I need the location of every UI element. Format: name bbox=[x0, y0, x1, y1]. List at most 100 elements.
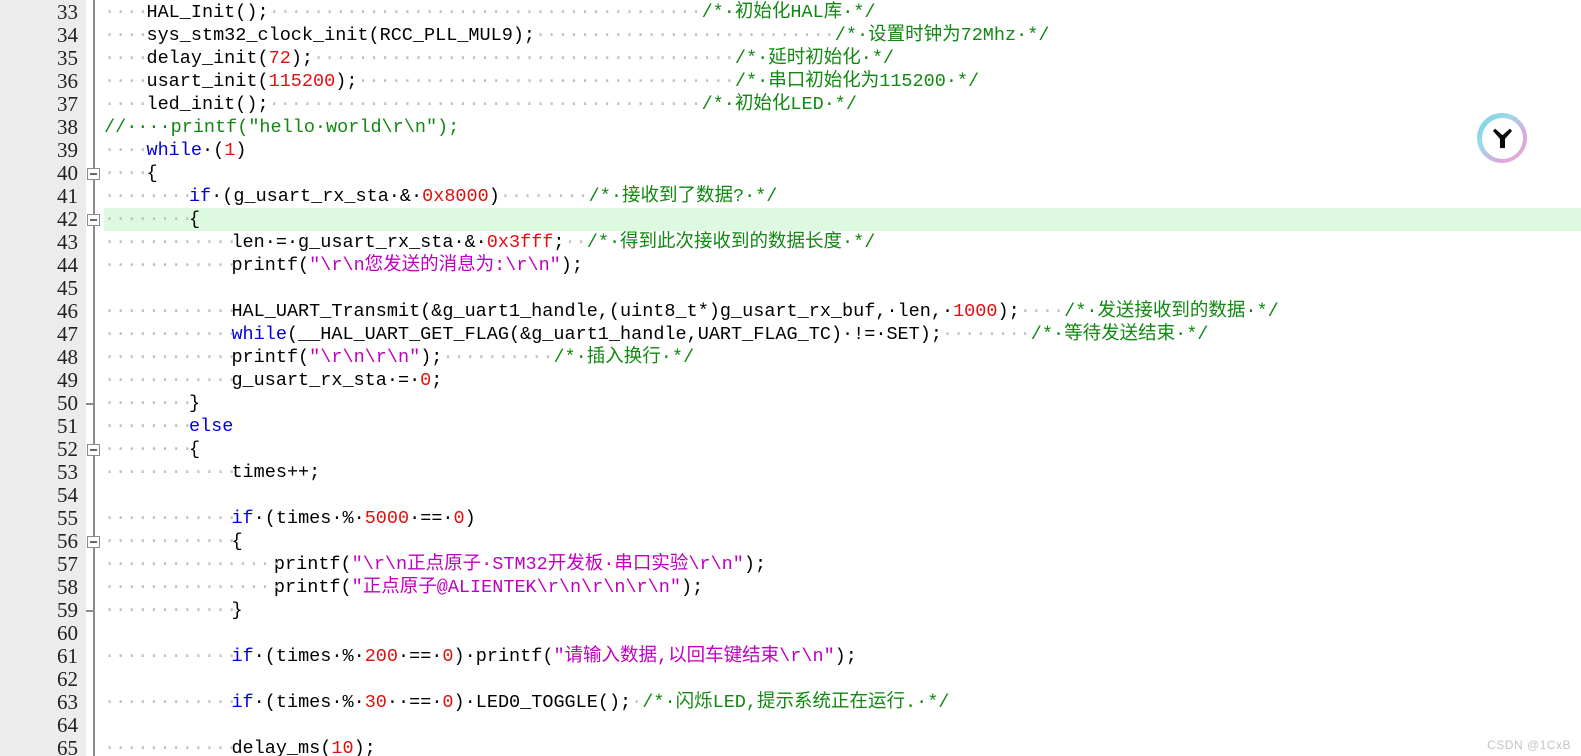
code-editor[interactable]: 33 ···· HAL_Init();·······················… bbox=[0, 0, 1581, 756]
code-text[interactable]: ···· while·(1) bbox=[104, 139, 247, 162]
line-highlight bbox=[104, 277, 1581, 300]
token-plain: ) bbox=[235, 140, 247, 161]
code-line[interactable]: 38 //····printf("hello·world\r\n"); bbox=[0, 116, 1581, 139]
token-cmt: /*·等待发送结束·*/ bbox=[1030, 324, 1209, 345]
line-number: 65 bbox=[57, 736, 78, 756]
token-ws: ······································· bbox=[268, 2, 702, 23]
code-text[interactable]: ············ printf("\r\n\r\n");·········… bbox=[104, 346, 695, 369]
token-kw: while bbox=[231, 324, 287, 345]
line-number: 50 bbox=[57, 391, 78, 415]
code-line[interactable]: 65 ············ delay_ms(10); bbox=[0, 737, 1581, 756]
fold-collapse-icon[interactable] bbox=[87, 536, 100, 548]
code-text[interactable]: ············ while(__HAL_UART_GET_FLAG(&g… bbox=[104, 323, 1209, 346]
code-text[interactable]: ········ if·(g_usart_rx_sta·&·0x8000)····… bbox=[104, 185, 777, 208]
indent-whitespace-dots: ···· bbox=[104, 94, 149, 115]
token-plain: ); bbox=[997, 301, 1020, 322]
code-line[interactable]: 50 ········} bbox=[0, 392, 1581, 415]
code-line[interactable]: 39 ···· while·(1) bbox=[0, 139, 1581, 162]
token-plain: ); bbox=[335, 71, 358, 92]
code-text[interactable]: ···· delay_init(72);·····················… bbox=[104, 47, 894, 70]
code-line[interactable]: 59 ············} bbox=[0, 599, 1581, 622]
code-line[interactable]: 37 ···· led_init();·······················… bbox=[0, 93, 1581, 116]
code-text[interactable]: ···· usart_init(115200);·················… bbox=[104, 70, 979, 93]
code-line[interactable]: 43 ············ len·=·g_usart_rx_sta·&·0x3… bbox=[0, 231, 1581, 254]
code-line[interactable]: 53 ············ times++; bbox=[0, 461, 1581, 484]
code-line[interactable]: 35 ···· delay_init(72);···················… bbox=[0, 47, 1581, 70]
code-line[interactable]: 46 ············ HAL_UART_Transmit(&g_uart1… bbox=[0, 300, 1581, 323]
code-text[interactable]: //····printf("hello·world\r\n"); bbox=[104, 116, 459, 139]
code-line[interactable]: 36 ···· usart_init(115200);···············… bbox=[0, 70, 1581, 93]
code-line[interactable]: 47 ············ while(__HAL_UART_GET_FLAG(… bbox=[0, 323, 1581, 346]
line-highlight bbox=[104, 392, 1581, 415]
code-text[interactable]: ····{ bbox=[104, 162, 158, 185]
code-line[interactable]: 34 ···· sys_stm32_clock_init(RCC_PLL_MUL9)… bbox=[0, 24, 1581, 47]
code-line[interactable]: 51 ········ else bbox=[0, 415, 1581, 438]
fold-collapse-icon[interactable] bbox=[87, 444, 100, 456]
code-text[interactable]: ············ if·(times·%·200·==·0)·printf… bbox=[104, 645, 857, 668]
code-text[interactable]: ···· HAL_Init();·························… bbox=[104, 1, 876, 24]
token-cmt: /*·插入换行·*/ bbox=[553, 347, 695, 368]
code-text[interactable]: ············ HAL_UART_Transmit(&g_uart1_h… bbox=[104, 300, 1279, 323]
code-line[interactable]: 52 ········{ bbox=[0, 438, 1581, 461]
token-num: 0 bbox=[442, 692, 454, 713]
code-text[interactable]: ············ if·(times·%·5000·==·0) bbox=[104, 507, 476, 530]
code-line[interactable]: 63 ············ if·(times·%·30··==·0)·LED0… bbox=[0, 691, 1581, 714]
line-number: 57 bbox=[57, 552, 78, 576]
code-line[interactable]: 42 ········{ bbox=[0, 208, 1581, 231]
token-ws: ······································· bbox=[268, 94, 702, 115]
code-line[interactable]: 45 bbox=[0, 277, 1581, 300]
fold-collapse-icon[interactable] bbox=[87, 168, 100, 180]
token-num: 1 bbox=[224, 140, 236, 161]
code-text[interactable]: ········{ bbox=[104, 438, 200, 461]
indent-whitespace-dots: ············ bbox=[104, 301, 238, 322]
line-number: 47 bbox=[57, 322, 78, 346]
code-text[interactable]: ········{ bbox=[104, 208, 200, 231]
code-text[interactable]: ···· sys_stm32_clock_init(RCC_PLL_MUL9);·… bbox=[104, 24, 1049, 47]
token-ws: ·········· bbox=[442, 347, 554, 368]
trae-ai-circle-logo[interactable] bbox=[1477, 113, 1527, 163]
code-text[interactable]: ············} bbox=[104, 599, 243, 622]
line-number: 62 bbox=[57, 667, 78, 691]
token-ws: ·································· bbox=[357, 71, 735, 92]
line-number: 51 bbox=[57, 414, 78, 438]
code-line[interactable]: 58 ················ printf("正点原子@ALIENTEK\… bbox=[0, 576, 1581, 599]
indent-whitespace-dots: ········ bbox=[104, 416, 193, 437]
code-text[interactable]: ············ g_usart_rx_sta·=·0; bbox=[104, 369, 443, 392]
token-plain: printf( bbox=[273, 577, 352, 598]
code-line[interactable]: 61 ············ if·(times·%·200·==·0)·prin… bbox=[0, 645, 1581, 668]
token-plain: g_usart_rx_sta·=· bbox=[231, 370, 421, 391]
fold-end-marker bbox=[86, 403, 95, 405]
code-line[interactable]: 60 bbox=[0, 622, 1581, 645]
code-line[interactable]: 55 ············ if·(times·%·5000·==·0) bbox=[0, 507, 1581, 530]
indent-whitespace-dots: ············ bbox=[104, 324, 238, 345]
code-text[interactable]: ············ printf("\r\n您发送的消息为:\r\n"); bbox=[104, 254, 583, 277]
code-text[interactable]: ············ len·=·g_usart_rx_sta·&·0x3ff… bbox=[104, 231, 875, 254]
code-line[interactable]: 48 ············ printf("\r\n\r\n");·······… bbox=[0, 346, 1581, 369]
code-line[interactable]: 41 ········ if·(g_usart_rx_sta·&·0x8000)··… bbox=[0, 185, 1581, 208]
code-text[interactable]: ················ printf("正点原子@ALIENTEK\r\… bbox=[104, 576, 703, 599]
code-line[interactable]: 33 ···· HAL_Init();·······················… bbox=[0, 1, 1581, 24]
code-text[interactable]: ········ else bbox=[104, 415, 233, 438]
code-line[interactable]: 40 ····{ bbox=[0, 162, 1581, 185]
line-number: 63 bbox=[57, 690, 78, 714]
code-line[interactable]: 62 bbox=[0, 668, 1581, 691]
code-line[interactable]: 57 ················ printf("\r\n正点原子·STM32… bbox=[0, 553, 1581, 576]
fold-collapse-icon[interactable] bbox=[87, 214, 100, 226]
token-plain: usart_init( bbox=[146, 71, 269, 92]
code-line[interactable]: 56 ············{ bbox=[0, 530, 1581, 553]
code-text[interactable]: ············ delay_ms(10); bbox=[104, 737, 376, 756]
code-text[interactable]: ············{ bbox=[104, 530, 243, 553]
code-line[interactable]: 54 bbox=[0, 484, 1581, 507]
code-text[interactable]: ········} bbox=[104, 392, 200, 415]
token-plain: ; bbox=[431, 370, 443, 391]
code-text[interactable]: ············ if·(times·%·30··==·0)·LED0_T… bbox=[104, 691, 949, 714]
code-line[interactable]: 49 ············ g_usart_rx_sta·=·0; bbox=[0, 369, 1581, 392]
indent-whitespace-dots: ············ bbox=[104, 600, 238, 621]
token-num: 0x8000 bbox=[422, 186, 489, 207]
code-line[interactable]: 64 bbox=[0, 714, 1581, 737]
token-plain: ); bbox=[290, 48, 314, 69]
code-text[interactable]: ············ times++; bbox=[104, 461, 320, 484]
code-text[interactable]: ···· led_init();·························… bbox=[104, 93, 857, 116]
code-line[interactable]: 44 ············ printf("\r\n您发送的消息为:\r\n")… bbox=[0, 254, 1581, 277]
code-text[interactable]: ················ printf("\r\n正点原子·STM32开发… bbox=[104, 553, 766, 576]
